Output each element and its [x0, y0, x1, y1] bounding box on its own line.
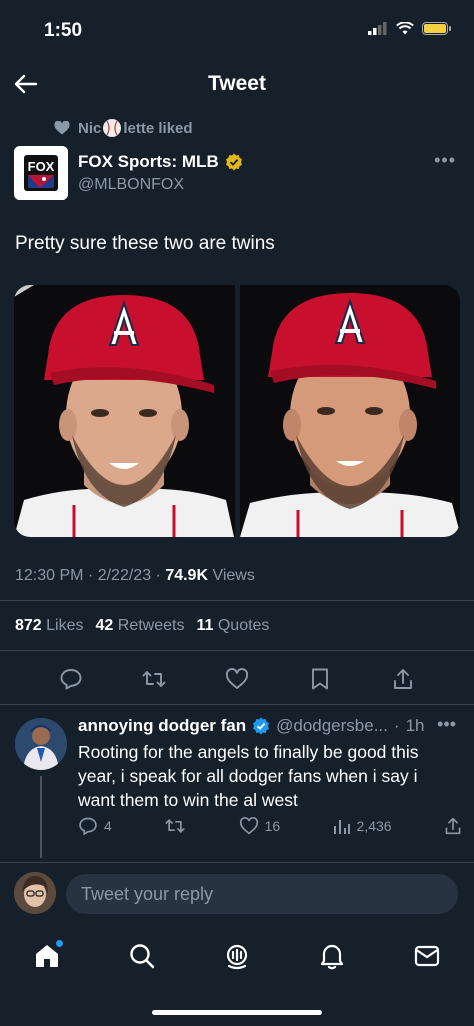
quotes-stat[interactable]: 11 Quotes	[196, 617, 269, 635]
quotes-count: 11	[196, 617, 214, 634]
tweet-text: Pretty sure these two are twins	[15, 233, 275, 254]
bottom-nav	[0, 934, 474, 978]
quotes-label: Quotes	[217, 617, 270, 634]
reply-author-name: annoying dodger fan	[78, 716, 247, 735]
share-button[interactable]	[390, 666, 416, 692]
thread-line	[40, 776, 42, 858]
reply-input[interactable]: Tweet your reply	[66, 874, 458, 914]
nav-search[interactable]	[126, 940, 158, 972]
fox-mlb-logo: FOX	[14, 146, 68, 200]
more-icon: •••	[437, 714, 456, 734]
nav-messages[interactable]	[411, 940, 443, 972]
signal-icon	[368, 22, 387, 35]
reply-share-button[interactable]	[444, 816, 462, 836]
spaces-icon	[226, 944, 248, 970]
reply-view-count: 2,436	[356, 818, 392, 834]
page-title: Tweet	[208, 72, 266, 95]
battery-icon	[422, 22, 451, 35]
photo-left[interactable]	[14, 285, 235, 537]
reply-retweet-button[interactable]	[164, 816, 186, 836]
status-time: 1:50	[44, 20, 83, 41]
reply-dot: ·	[393, 716, 400, 735]
nav-notifications[interactable]	[316, 940, 348, 972]
likes-count: 872	[15, 617, 42, 634]
retweet-icon	[165, 818, 185, 834]
divider	[0, 704, 474, 705]
views-icon	[333, 820, 350, 834]
reply-icon	[60, 669, 82, 690]
liked-by-name-start: Nic	[78, 119, 102, 137]
bookmark-button[interactable]	[307, 666, 333, 692]
views-count: 74.9K	[165, 567, 209, 584]
retweet-icon	[142, 671, 166, 687]
author-name: FOX Sports: MLB	[78, 152, 219, 171]
bell-icon	[320, 944, 343, 970]
like-icon	[225, 668, 249, 689]
share-icon	[445, 817, 461, 835]
liked-by-name-end: lette liked	[123, 119, 193, 137]
like-icon	[239, 817, 258, 835]
reply-like-button[interactable]: 16	[239, 817, 281, 835]
tweet-meta: 12:30 PM · 2/22/23 · 74.9K Views	[15, 567, 255, 584]
my-avatar[interactable]	[14, 872, 56, 914]
bookmark-icon	[311, 668, 328, 690]
nav-spaces[interactable]	[221, 940, 253, 972]
logo-text: FOX	[28, 159, 55, 174]
divider	[0, 862, 474, 863]
retweets-count: 42	[95, 617, 114, 634]
search-icon	[130, 944, 155, 969]
reply-icon	[79, 817, 97, 836]
baseball-icon	[103, 119, 122, 137]
heart-icon	[54, 121, 70, 135]
social-context[interactable]: Nic lette liked	[54, 118, 193, 138]
reply-time: 1h	[405, 716, 425, 735]
author-handle[interactable]: @MLBONFOX	[78, 176, 184, 194]
reply-views-button[interactable]: 2,436	[333, 817, 392, 835]
tweet-date: 2/22/23	[97, 567, 152, 584]
reply-author-avatar[interactable]	[15, 718, 67, 770]
tweet-actions	[0, 662, 474, 696]
reply-reply-button[interactable]: 4	[78, 816, 112, 836]
my-avatar-image	[14, 872, 56, 914]
nav-home[interactable]	[31, 940, 64, 972]
divider	[0, 650, 474, 651]
notification-dot	[56, 940, 64, 947]
likes-label: Likes	[46, 617, 84, 634]
home-indicator	[152, 1010, 322, 1015]
reply-reply-count: 4	[104, 818, 112, 834]
reply-button[interactable]	[58, 666, 84, 692]
status-icons	[368, 22, 451, 35]
tweet-media[interactable]	[14, 285, 460, 537]
more-icon: •••	[434, 150, 456, 170]
retweets-label: Retweets	[117, 617, 185, 634]
reply-header[interactable]: annoying dodger fan @dodgersbe... · 1h	[78, 716, 424, 736]
share-icon	[393, 669, 412, 689]
author-name-row[interactable]: FOX Sports: MLB	[78, 152, 243, 172]
engagement-stats: 872 Likes 42 Retweets 11 Quotes	[15, 617, 269, 635]
retweets-stat[interactable]: 42 Retweets	[96, 617, 185, 635]
likes-stat[interactable]: 872 Likes	[15, 617, 84, 635]
tweet-time: 12:30 PM	[15, 567, 84, 584]
author-avatar[interactable]: FOX	[14, 146, 68, 200]
reply-more-options-button[interactable]: •••	[437, 714, 456, 735]
wifi-icon	[396, 22, 414, 35]
retweet-button[interactable]	[141, 666, 167, 692]
photo-right[interactable]	[239, 285, 460, 537]
player-photo-left	[14, 285, 234, 537]
reply-avatar-image	[15, 718, 67, 770]
divider	[0, 600, 474, 601]
verified-blue-icon	[253, 717, 270, 735]
more-options-button[interactable]: •••	[434, 150, 456, 171]
like-button[interactable]	[224, 666, 250, 692]
player-photo-right	[239, 285, 460, 537]
views-label: Views	[212, 567, 255, 584]
verified-gold-icon	[225, 153, 242, 171]
mail-icon	[414, 945, 439, 967]
reply-text: Rooting for the angels to finally be goo…	[78, 742, 419, 810]
reply-like-count: 16	[264, 818, 281, 834]
reply-actions: 4 16 2,436	[78, 816, 462, 836]
reply-author-handle: @dodgersbe...	[276, 716, 388, 735]
